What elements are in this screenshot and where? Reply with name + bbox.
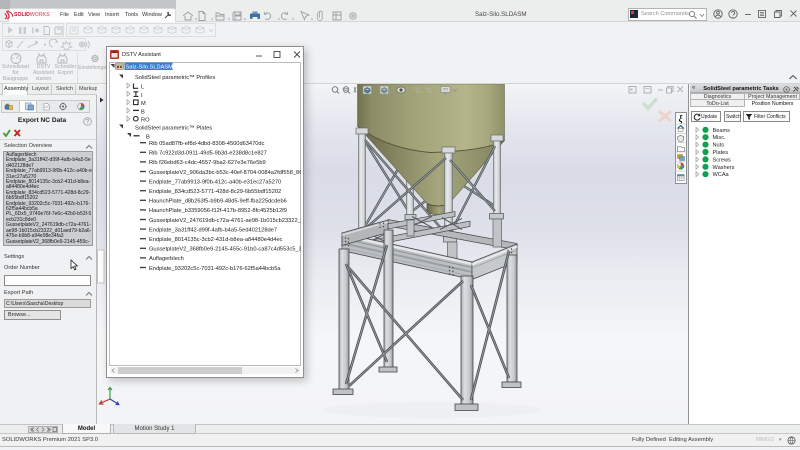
svg-text:Endplate_8014135c-3cb2-431d-b8: Endplate_8014135c-3cb2-431d-b8ea-a84480e…: [149, 237, 283, 243]
svg-text:Plates: Plates: [713, 150, 729, 156]
svg-text:Washers: Washers: [713, 165, 735, 171]
svg-text:M: M: [141, 101, 146, 107]
svg-text:B: B: [141, 109, 145, 115]
svg-text:B: B: [146, 134, 150, 140]
svg-text:Endplate_3a31ff42-d99f-4afb-b4: Endplate_3a31ff42-d99f-4afb-b4a5-5ed4021…: [149, 227, 277, 233]
svg-text:GussetplateV2_906da3bc-b53c-40: GussetplateV2_906da3bc-b53c-40ef-8704-00…: [149, 170, 301, 176]
svg-text:Endplate_834cd523-5771-428d-8c: Endplate_834cd523-5771-428d-8c29-6b55bdf…: [149, 189, 281, 195]
svg-text:Salz-Silo.SLDASM: Salz-Silo.SLDASM: [126, 64, 174, 70]
svg-text:GussetplateV2_368fb0e9-2145-45: GussetplateV2_368fb0e9-2145-455c-91b0-ca…: [149, 247, 301, 253]
svg-text:Nuts: Nuts: [713, 143, 725, 149]
svg-text:GussetplateV2_247619db-c72a-47: GussetplateV2_247619db-c72a-4761-ae98-1b…: [149, 218, 301, 224]
svg-text:WCAa: WCAa: [713, 172, 730, 178]
svg-text:L: L: [141, 85, 144, 91]
svg-text:Screws: Screws: [713, 157, 732, 163]
svg-text:SolidSteel parametric™ Plates: SolidSteel parametric™ Plates: [135, 126, 212, 132]
svg-text:Rib f26ebd63-c4dc-4557-9ba2-62: Rib f26ebd63-c4dc-4557-9ba2-627e3e76e5b9: [149, 160, 266, 166]
svg-text:Auflagerblech: Auflagerblech: [149, 256, 184, 262]
svg-text:SolidSteel parametric™ Profile: SolidSteel parametric™ Profiles: [135, 75, 215, 81]
svg-text:RO: RO: [141, 118, 150, 124]
svg-text:Beams: Beams: [713, 128, 731, 134]
svg-text:HaunchPlate_b3359056-f12f-417b: HaunchPlate_b3359056-f12f-417b-8952-8fc4…: [149, 208, 287, 214]
svg-text:HaunchPlate_d8b263f5-b9b9-48d5: HaunchPlate_d8b263f5-b9b9-48d5-9eff-fba2…: [149, 199, 287, 205]
svg-text:ξ: ξ: [679, 114, 683, 124]
svg-text:Misc.: Misc.: [713, 135, 726, 141]
svg-text:Rib 7c922d3d-0911-49d5-9b3d-e2: Rib 7c922d3d-0911-49d5-9b3d-e238d8c1e827: [149, 151, 267, 157]
svg-text:I: I: [141, 93, 143, 99]
svg-text:Endplate_93202c5c-7031-492c-b1: Endplate_93202c5c-7031-492c-b176-62f5a44…: [149, 266, 281, 272]
svg-text:Endplate_77ab9913-9f0b-412c-a4: Endplate_77ab9913-9f0b-412c-a40b-e31ec27…: [149, 179, 281, 185]
svg-text:Rib 05ad87fb-ef8d-4dbd-8308-45: Rib 05ad87fb-ef8d-4dbd-8308-4500d63470dc: [149, 141, 265, 147]
